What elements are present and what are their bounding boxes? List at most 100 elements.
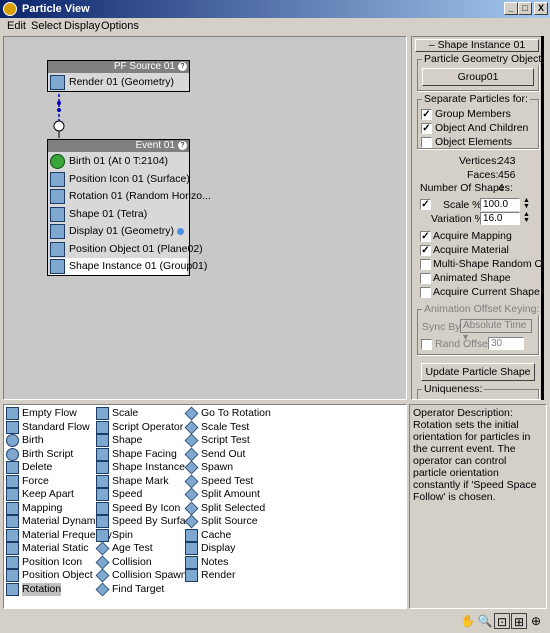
find-target-icon [95,582,110,597]
age-test-icon [95,541,110,556]
rollout-header[interactable]: – Shape Instance 01 [415,39,539,52]
zoom-icon[interactable]: 🔍 [477,613,493,629]
display-color-dot[interactable] [177,228,184,235]
speed-by-icon-icon [96,502,109,515]
event-display-viewport[interactable]: PF Source 01? Render 01 (Geometry) Event… [3,36,407,400]
acquire-material-checkbox[interactable]: ✓ [420,245,431,256]
separate-particles-label: Separate Particles for: [422,93,530,105]
cache-icon [185,529,198,542]
position-icon-op-icon [50,172,65,187]
parameter-panel: – Shape Instance 01 Particle Geometry Ob… [411,36,544,400]
rotation-icon [6,583,19,596]
zoom-all-icon[interactable]: ⊕ [528,613,544,629]
event-01-header[interactable]: Event 01? [48,140,189,152]
split-amount-icon [184,487,199,502]
spawn-icon [184,460,199,475]
update-particle-shape-button[interactable]: Update Particle Shape [421,363,535,381]
shape-facing-icon [96,448,109,461]
wire-point [57,108,61,112]
object-elements-checkbox[interactable] [421,137,432,148]
rotation-op-icon [50,189,65,204]
variation-spinner-arrows-icon[interactable]: ▲ ▼ [522,211,531,225]
collision-spawn-icon [95,568,110,583]
rand-offset-checkbox[interactable] [421,339,432,350]
variation-spinner[interactable]: 16.0 [480,212,520,225]
vertices-value: 243 [498,155,516,167]
panel-scrollbar[interactable] [539,36,544,400]
window-title: Particle View [22,3,90,15]
multi-shape-checkbox[interactable] [420,259,431,270]
scale-spinner-arrows-icon[interactable]: ▲ ▼ [522,197,531,211]
collision-icon [95,555,110,570]
position-object-op-icon [50,242,65,257]
pf-source-node[interactable]: PF Source 01? Render 01 (Geometry) [47,60,190,92]
acquire-mapping-checkbox[interactable]: ✓ [420,231,431,242]
depot-panel: Empty Flow Standard Flow Birth Birth Scr… [3,404,407,609]
group-members-checkbox[interactable]: ✓ [421,109,432,120]
geometry-object-label: Particle Geometry Object: [422,53,543,65]
description-title: Operator Description: [413,407,513,419]
faces-label: Faces: [467,169,499,181]
send-out-icon [184,447,199,462]
separate-particles-group: Separate Particles for: ✓ Group Members … [417,93,539,149]
delete-icon [6,461,19,474]
menu-options[interactable]: Options [101,20,139,32]
menu-display[interactable]: Display [64,20,100,32]
minimize-button[interactable]: _ [504,2,518,15]
vertices-label: Vertices: [459,155,500,167]
maximize-button[interactable]: □ [518,2,532,15]
pan-icon[interactable]: ✋ [460,613,476,629]
scale-test-icon [184,420,199,435]
acquire-material-label: Acquire Material [433,244,509,256]
menu-edit[interactable]: Edit [7,20,26,32]
op-shape-instance[interactable]: Shape Instance 01 (Group01) [50,258,207,275]
shape-instance-icon [96,461,109,474]
zoom-extents-icon[interactable]: ⊞ [511,613,527,629]
animated-shape-checkbox[interactable] [420,273,431,284]
scale-spinner[interactable]: 100.0 [480,198,520,211]
op-display[interactable]: Display 01 (Geometry) [50,223,188,240]
sync-by-dropdown[interactable]: Absolute Time ▾ [460,319,532,343]
scale-checkbox[interactable]: ✓ [420,199,431,210]
menu-bar: Edit Select Display Options [0,18,550,36]
acquire-current-shape-checkbox[interactable] [420,287,431,298]
close-button[interactable]: X [534,2,548,15]
render-op-icon [50,75,65,90]
geometry-object-group: Particle Geometry Object: Group01 [417,53,543,91]
object-and-children-checkbox[interactable]: ✓ [421,123,432,134]
pf-source-header[interactable]: PF Source 01? [48,61,189,73]
variation-label: Variation % [431,213,484,225]
standard-flow-icon [6,421,19,434]
operator-description-panel: Operator Description: Rotation sets the … [409,404,547,609]
geometry-object-button[interactable]: Group01 [422,68,534,86]
menu-select[interactable]: Select [31,20,62,32]
rollout-title: Shape Instance 01 [437,39,526,51]
node-pin-icon[interactable]: ? [178,62,187,71]
sync-by-label: Sync By: [422,321,464,333]
scrollbar-thumb[interactable] [541,36,544,400]
event-01-node[interactable]: Event 01? Birth 01 (At 0 T:2104) Positio… [47,139,211,276]
zoom-region-icon[interactable]: ⊡ [494,613,510,629]
uniqueness-label: Uniqueness: [422,383,485,395]
shape-op-icon [50,207,65,222]
spin-icon [96,529,109,542]
scale-icon [96,407,109,420]
go-to-rotation-icon [184,406,199,421]
speed-by-surface-icon [96,515,109,528]
rand-offset-spinner[interactable]: 30 [488,337,524,350]
wire-end-circle [53,120,65,132]
material-frequency-icon [6,529,19,542]
render-icon [185,569,198,582]
keep-apart-icon [6,488,19,501]
split-selected-icon [184,501,199,516]
acquire-mapping-label: Acquire Mapping [433,230,512,242]
scale-label: Scale % [443,199,482,211]
status-bar: ✋ 🔍 ⊡ ⊞ ⊕ [0,610,550,633]
shapes-value: 4 [498,182,504,194]
object-and-children-label: Object And Children [435,122,529,134]
node-pin-icon[interactable]: ? [178,141,187,150]
speed-test-icon [184,474,199,489]
speed-icon [96,488,109,501]
event-01-title: Event 01 [135,140,175,151]
sync-by-value: Absolute Time [463,320,527,331]
